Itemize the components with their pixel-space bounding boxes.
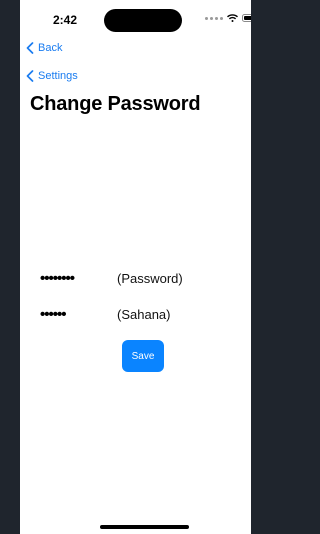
- status-icons: [205, 14, 251, 22]
- settings-link[interactable]: Settings: [26, 70, 78, 82]
- save-button[interactable]: Save: [122, 340, 164, 372]
- wifi-icon: [227, 14, 238, 22]
- signal-dots-icon: [205, 16, 223, 20]
- chevron-left-icon: [26, 42, 34, 54]
- status-bar: 2:42: [20, 0, 251, 40]
- battery-icon: [242, 14, 251, 22]
- phone-screen: 2:42 Back Settings Change Password •••••…: [20, 0, 251, 534]
- back-label: Back: [38, 42, 63, 54]
- page-title: Change Password: [30, 93, 201, 115]
- chevron-left-icon: [26, 70, 34, 82]
- back-link[interactable]: Back: [26, 42, 62, 54]
- password-field[interactable]: ••••••••: [40, 270, 75, 288]
- home-indicator: [100, 525, 189, 529]
- dynamic-island: [104, 9, 182, 32]
- status-time: 2:42: [53, 13, 78, 27]
- password-label: (Password): [117, 271, 183, 286]
- settings-label: Settings: [38, 70, 78, 82]
- sahana-password-field[interactable]: ••••••: [40, 306, 66, 324]
- sahana-label: (Sahana): [117, 307, 171, 322]
